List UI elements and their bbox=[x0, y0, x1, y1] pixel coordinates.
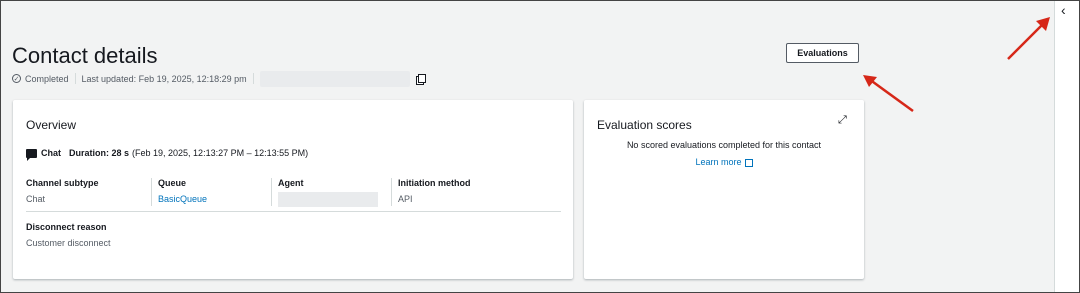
learn-more-label: Learn more bbox=[695, 157, 742, 167]
console-frame: ‹ Contact details ✓ Completed Last updat… bbox=[0, 0, 1080, 293]
field-queue: Queue BasicQueue bbox=[151, 178, 207, 206]
overview-heading: Overview bbox=[26, 118, 77, 132]
field-value: Customer disconnect bbox=[26, 238, 111, 248]
field-value: Chat bbox=[26, 194, 46, 204]
redacted-contact-id bbox=[259, 70, 410, 87]
empty-state-text: No scored evaluations completed for this… bbox=[626, 140, 822, 150]
overview-card: Overview Chat Duration: 28 s (Feb 19, 20… bbox=[13, 100, 573, 279]
divider bbox=[252, 73, 254, 84]
last-updated-text: Last updated: Feb 19, 2025, 12:18:29 pm bbox=[81, 73, 247, 84]
chevron-left-icon[interactable]: ‹ bbox=[1061, 3, 1075, 17]
field-channel-subtype: Channel subtype Chat bbox=[26, 178, 99, 204]
evaluations-button[interactable]: Evaluations bbox=[786, 43, 859, 63]
contact-meta: ✓ Completed Last updated: Feb 19, 2025, … bbox=[12, 70, 426, 87]
field-label: Agent bbox=[278, 178, 304, 188]
redacted-agent-name bbox=[278, 192, 378, 207]
annotation-arrow-to-collapse bbox=[1007, 17, 1050, 60]
duration-range: (Feb 19, 2025, 12:13:27 PM – 12:13:55 PM… bbox=[132, 148, 309, 158]
chat-bubble-icon bbox=[26, 148, 37, 161]
field-label: Queue bbox=[158, 178, 187, 188]
right-side-panel: ‹ bbox=[1054, 1, 1079, 292]
field-value: API bbox=[398, 194, 413, 204]
check-circle-icon: ✓ bbox=[12, 74, 21, 83]
channel-summary: Chat Duration: 28 s (Feb 19, 2025, 12:13… bbox=[26, 148, 309, 161]
field-label: Channel subtype bbox=[26, 178, 99, 188]
external-link-icon bbox=[744, 158, 753, 167]
evaluation-scores-heading: Evaluation scores bbox=[597, 118, 692, 132]
expand-icon[interactable]: ⤢ bbox=[838, 115, 848, 126]
field-disconnect-reason: Disconnect reason Customer disconnect bbox=[26, 222, 111, 248]
field-initiation-method: Initiation method API bbox=[391, 178, 471, 206]
page-title: Contact details bbox=[12, 43, 158, 68]
status-text: Completed bbox=[25, 73, 69, 84]
learn-more-link[interactable]: Learn more bbox=[584, 157, 864, 167]
channel-name: Chat bbox=[41, 148, 61, 158]
divider bbox=[26, 211, 561, 212]
annotation-arrow-to-evaluations bbox=[863, 75, 914, 113]
queue-link[interactable]: BasicQueue bbox=[158, 194, 207, 204]
evaluation-scores-card: Evaluation scores ⤢ No scored evaluation… bbox=[584, 100, 864, 279]
divider bbox=[74, 73, 76, 84]
field-label: Initiation method bbox=[398, 178, 471, 188]
field-label: Disconnect reason bbox=[26, 222, 107, 232]
copy-icon[interactable] bbox=[415, 74, 426, 85]
duration-label: Duration: 28 s bbox=[69, 148, 130, 158]
field-agent: Agent bbox=[271, 178, 378, 207]
